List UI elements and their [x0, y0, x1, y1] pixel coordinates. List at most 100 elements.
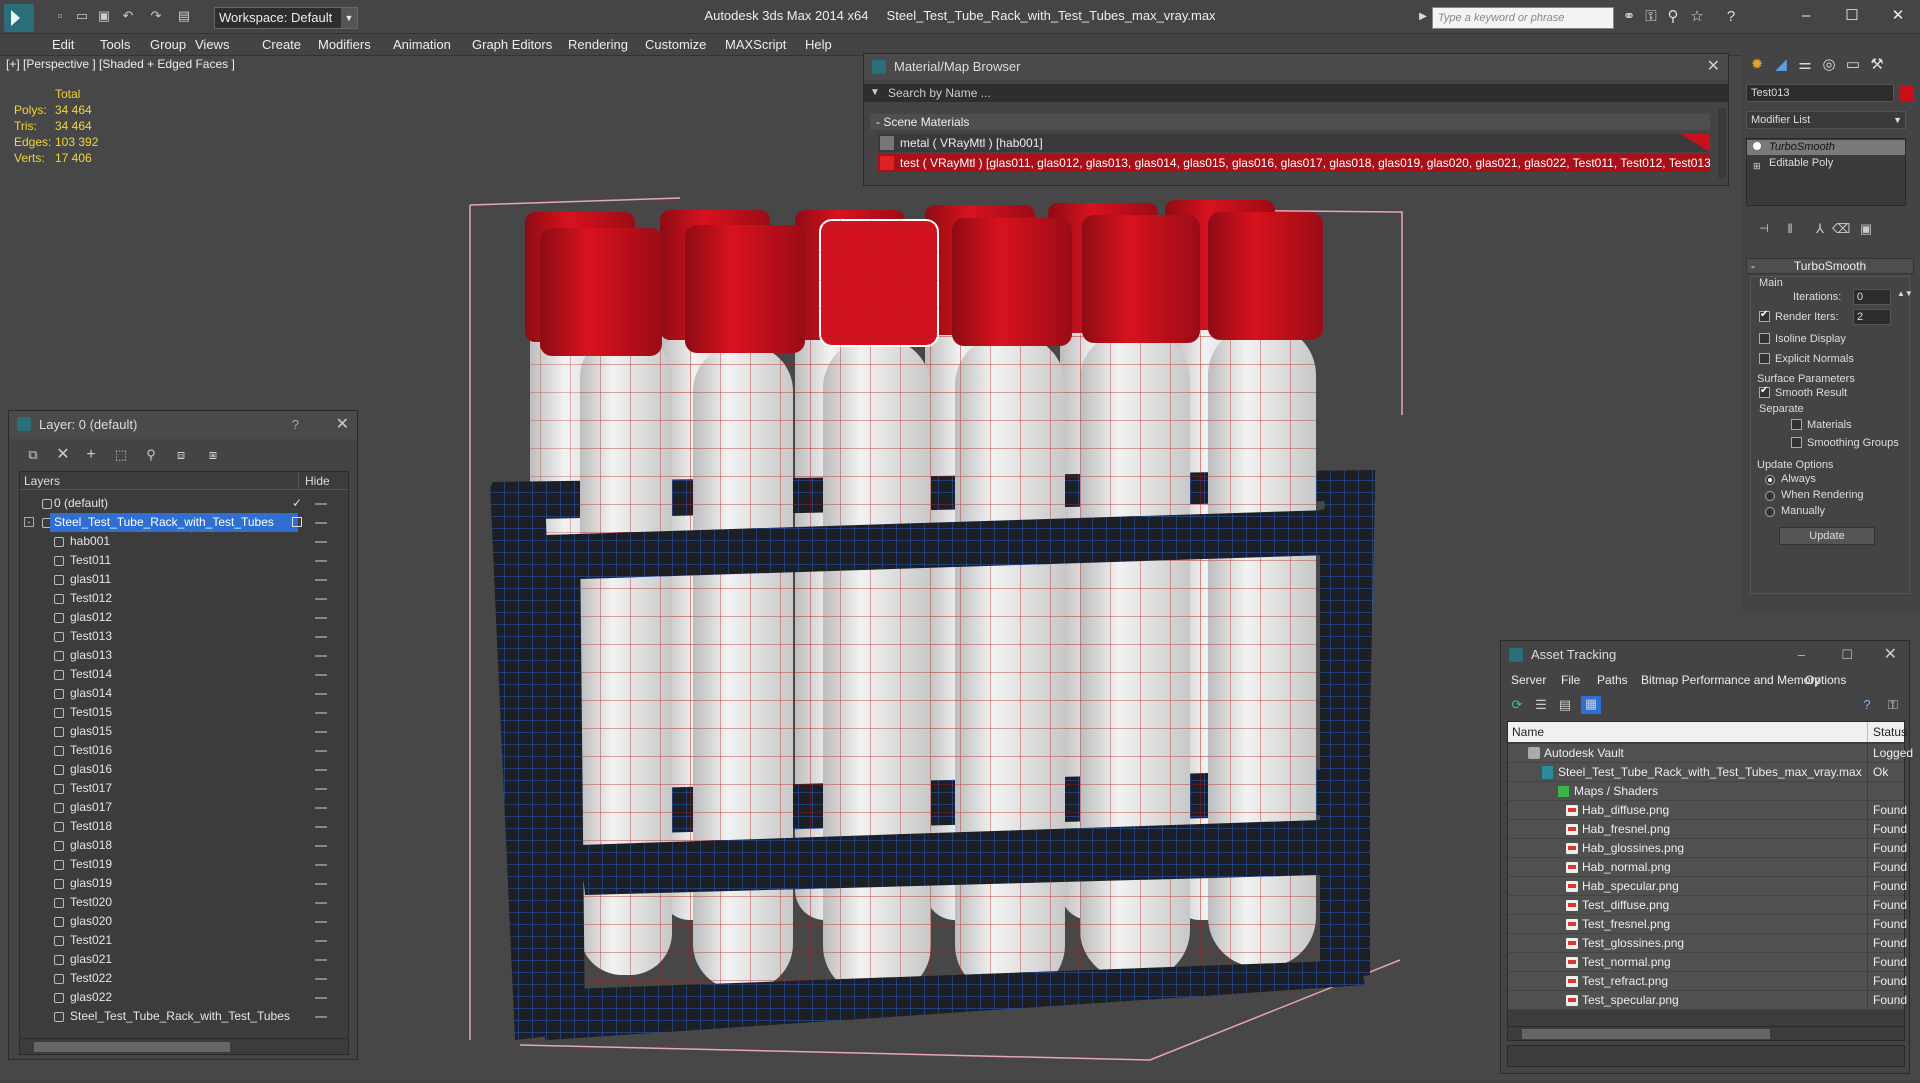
new-file-icon[interactable]: ▫ — [52, 8, 68, 24]
favorites-star-icon[interactable]: ☆ — [1688, 8, 1706, 26]
menu-graph-editors[interactable]: Graph Editors — [472, 37, 552, 52]
render-iters-checkbox[interactable] — [1759, 309, 1770, 322]
menu-tools[interactable]: Tools — [100, 37, 130, 52]
menu-customize[interactable]: Customize — [645, 37, 706, 52]
hide-toggle[interactable] — [315, 579, 327, 581]
layer-row[interactable]: Test014 — [20, 665, 348, 684]
create-layer-icon[interactable]: ⧉ — [25, 447, 41, 463]
list-view-icon[interactable]: ☰ — [1533, 697, 1549, 713]
subscription-icon[interactable]: ⚿ — [1642, 8, 1660, 26]
workspace-dropdown[interactable]: Workspace: Default ▼ — [214, 7, 358, 29]
motion-tab-icon[interactable]: ◎ — [1818, 54, 1840, 76]
help-icon[interactable]: ? — [292, 411, 299, 439]
set-active-layer-icon[interactable] — [292, 517, 302, 527]
asset-row[interactable]: Hab_diffuse.png Found — [1508, 801, 1907, 820]
hide-toggle[interactable] — [315, 864, 327, 866]
material-item-metal[interactable]: metal ( VRayMtl ) [hab001] — [878, 134, 1710, 152]
layer-row[interactable]: Test011 — [20, 551, 348, 570]
add-to-layer-icon[interactable]: + — [83, 447, 99, 463]
hide-toggle[interactable] — [315, 978, 327, 980]
hide-toggle[interactable] — [315, 655, 327, 657]
stack-item-editable-poly[interactable]: ⊞ Editable Poly — [1747, 156, 1905, 171]
layer-row[interactable]: glas014 — [20, 684, 348, 703]
asset-menu-server[interactable]: Server — [1511, 673, 1546, 687]
hide-toggle[interactable] — [315, 997, 327, 999]
hide-toggle[interactable] — [315, 1016, 327, 1018]
redo-icon[interactable]: ↷ — [148, 8, 164, 24]
maximize-button[interactable]: ☐ — [1832, 4, 1872, 28]
material-scrollbar[interactable] — [1718, 108, 1726, 178]
hide-toggle[interactable] — [315, 636, 327, 638]
column-name[interactable]: Name — [1512, 722, 1544, 742]
asset-row[interactable]: Autodesk Vault Logged — [1508, 744, 1913, 763]
minimize-button[interactable]: – — [1798, 641, 1805, 669]
layer-row[interactable]: glas020 — [20, 912, 348, 931]
hide-toggle[interactable] — [315, 769, 327, 771]
help-icon[interactable]: ? — [1859, 697, 1875, 713]
layer-row[interactable]: Test018 — [20, 817, 348, 836]
hide-toggle[interactable] — [315, 731, 327, 733]
isoline-checkbox[interactable] — [1759, 333, 1770, 344]
asset-menu-options[interactable]: Options — [1805, 673, 1846, 687]
menu-help[interactable]: Help — [805, 37, 832, 52]
layer-row[interactable]: glas012 — [20, 608, 348, 627]
menu-create[interactable]: Create — [262, 37, 301, 52]
asset-row[interactable]: Test_glossines.png Found — [1508, 934, 1907, 953]
asset-row[interactable]: Test_diffuse.png Found — [1508, 896, 1907, 915]
asset-row[interactable]: Maps / Shaders — [1508, 782, 1904, 801]
asset-menu-paths[interactable]: Paths — [1597, 673, 1628, 687]
layer-row[interactable]: Test013 — [20, 627, 348, 646]
hide-toggle[interactable] — [315, 522, 327, 524]
communication-icon[interactable]: ⚲ — [1664, 8, 1682, 26]
asset-menu-file[interactable]: File — [1561, 673, 1580, 687]
column-layers[interactable]: Layers — [24, 472, 60, 490]
object-color-swatch[interactable] — [1900, 85, 1914, 101]
layer-row[interactable]: Steel_Test_Tube_Rack_with_Test_Tubes - — [20, 513, 348, 532]
column-status[interactable]: Status — [1867, 722, 1907, 742]
asset-row[interactable]: Hab_specular.png Found — [1508, 877, 1907, 896]
stack-item-turbosmooth[interactable]: TurboSmooth — [1747, 140, 1905, 155]
layer-row[interactable]: glas019 — [20, 874, 348, 893]
layer-row[interactable]: Test021 — [20, 931, 348, 950]
hide-toggle[interactable] — [315, 807, 327, 809]
menu-group[interactable]: Group — [150, 37, 186, 52]
manually-radio[interactable] — [1765, 507, 1775, 517]
open-file-icon[interactable]: ▭ — [74, 8, 90, 24]
show-end-result-icon[interactable]: ‖ — [1782, 221, 1798, 237]
asset-row[interactable]: Steel_Test_Tube_Rack_with_Test_Tubes_max… — [1508, 763, 1904, 782]
close-icon[interactable]: ✕ — [336, 411, 349, 439]
menu-views[interactable]: Views — [195, 37, 229, 52]
select-objects-icon[interactable]: ⬚ — [113, 447, 129, 463]
lightbulb-icon[interactable] — [1753, 142, 1761, 150]
collapse-icon[interactable]: - — [24, 517, 34, 527]
hide-toggle[interactable] — [315, 598, 327, 600]
close-button[interactable]: ✕ — [1884, 641, 1897, 669]
layer-row[interactable]: Test012 — [20, 589, 348, 608]
asset-row[interactable]: Test_fresnel.png Found — [1508, 915, 1907, 934]
expand-plus-icon[interactable]: ⊞ — [1753, 159, 1761, 174]
hide-toggle[interactable] — [315, 541, 327, 543]
remove-modifier-icon[interactable]: ⌫ — [1832, 221, 1850, 237]
separate-materials-checkbox[interactable] — [1791, 419, 1802, 430]
layer-row[interactable]: glas016 — [20, 760, 348, 779]
table-view-icon[interactable]: ▦ — [1581, 696, 1601, 714]
refresh-icon[interactable]: ⟳ — [1509, 697, 1525, 713]
menu-modifiers[interactable]: Modifiers — [318, 37, 371, 52]
scene-materials-header[interactable]: - Scene Materials — [870, 114, 1710, 130]
material-search-input[interactable]: ▼ Search by Name ... — [864, 84, 1728, 102]
asset-menu-bitmap-performance-and-memory[interactable]: Bitmap Performance and Memory — [1641, 673, 1820, 687]
layer-row[interactable]: glas018 — [20, 836, 348, 855]
layer-row[interactable]: glas022 — [20, 988, 348, 1007]
scrollbar-thumb[interactable] — [1522, 1029, 1770, 1039]
pin-stack-icon[interactable]: ⊣ — [1756, 221, 1772, 237]
close-icon[interactable]: ✕ — [1707, 54, 1720, 80]
hide-toggle[interactable] — [315, 845, 327, 847]
asset-row[interactable]: Hab_normal.png Found — [1508, 858, 1907, 877]
asset-row[interactable]: Test_normal.png Found — [1508, 953, 1907, 972]
close-button[interactable]: ✕ — [1878, 4, 1918, 28]
layer-row[interactable]: glas015 — [20, 722, 348, 741]
utilities-tab-icon[interactable]: ⚒ — [1866, 54, 1888, 76]
create-tab-icon[interactable]: ✹ — [1746, 54, 1768, 76]
hide-toggle[interactable] — [315, 750, 327, 752]
hide-toggle[interactable] — [315, 959, 327, 961]
